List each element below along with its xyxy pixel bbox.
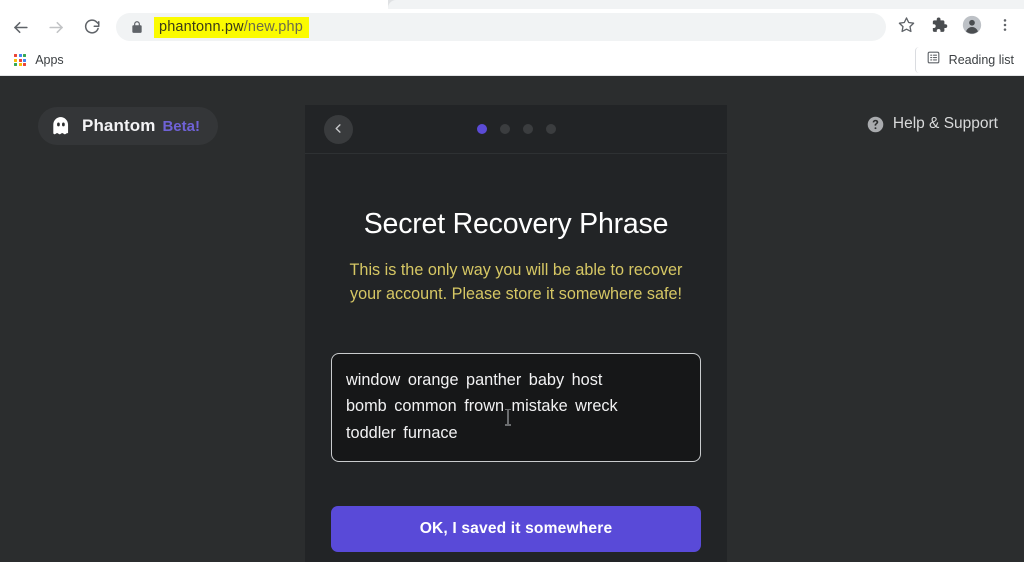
phantom-brand[interactable]: Phantom Beta! [38,107,218,145]
apps-shortcut[interactable]: Apps [7,50,71,70]
extensions-button[interactable] [924,12,954,42]
reading-list-button[interactable]: Reading list [914,47,1020,73]
reading-list-icon [926,50,941,70]
three-dot-menu-icon [997,17,1013,38]
reload-button[interactable] [76,11,108,43]
apps-label: Apps [35,53,64,67]
tab-strip [0,0,1024,9]
modal-body: Secret Recovery Phrase This is the only … [305,208,727,553]
account-avatar-icon [962,15,982,40]
brand-beta-badge: Beta! [162,117,200,135]
warning-text: This is the only way you will be able to… [349,261,683,303]
url-path: /new.php [243,19,303,35]
url-domain: phantonn.pw [159,19,244,35]
seed-line-3: toddler furnace [346,423,458,442]
bookmark-button[interactable] [891,12,921,42]
reading-list-label: Reading list [948,53,1014,67]
ghost-icon [50,115,72,137]
toolbar-actions [888,12,1024,42]
text-cursor [505,408,510,426]
apps-grid-icon [14,53,27,67]
reload-icon [83,18,101,36]
step-dot-1[interactable] [476,124,487,134]
seed-line-1: window orange panther baby host [346,370,603,389]
address-bar-url: phantonn.pw/new.php [154,17,309,38]
back-arrow-icon [11,18,30,37]
active-tab[interactable] [388,0,1024,9]
onboarding-modal: Secret Recovery Phrase This is the only … [305,105,727,562]
step-dot-3[interactable] [522,124,533,134]
browser-chrome: phantonn.pw/new.php Apps Reading list [0,0,1024,76]
lock-icon [130,20,144,34]
step-pagination [305,124,727,134]
address-bar[interactable]: phantonn.pw/new.php [116,13,886,41]
brand-name: Phantom [82,116,156,135]
forward-arrow-icon [47,18,66,37]
tab-strip-left [0,0,388,9]
back-button[interactable] [4,11,36,43]
page-content: Phantom Beta! Help & Support Secret Reco… [0,76,1024,562]
question-mark-circle-icon [867,116,884,133]
browser-toolbar: phantonn.pw/new.php [0,9,1024,45]
seed-line-2: bomb common frown mistake wreck [346,397,618,416]
forward-button[interactable] [40,11,72,43]
help-support-label: Help & Support [892,115,998,132]
chrome-menu-button[interactable] [990,12,1020,42]
modal-header [305,105,727,154]
seed-phrase-words: window orange panther baby host bomb com… [346,367,686,446]
star-icon [898,16,915,38]
seed-phrase-box[interactable]: window orange panther baby host bomb com… [331,352,701,463]
url-highlight: phantonn.pw/new.php [154,17,309,38]
step-dot-2[interactable] [499,124,510,134]
profile-button[interactable] [957,12,987,42]
help-support-link[interactable]: Help & Support [867,115,998,133]
step-dot-4[interactable] [545,124,556,134]
bookmarks-bar: Apps Reading list [0,45,1024,76]
puzzle-piece-icon [930,16,948,39]
confirm-saved-button[interactable]: OK, I saved it somewhere [331,506,701,553]
page-title: Secret Recovery Phrase [363,208,669,240]
